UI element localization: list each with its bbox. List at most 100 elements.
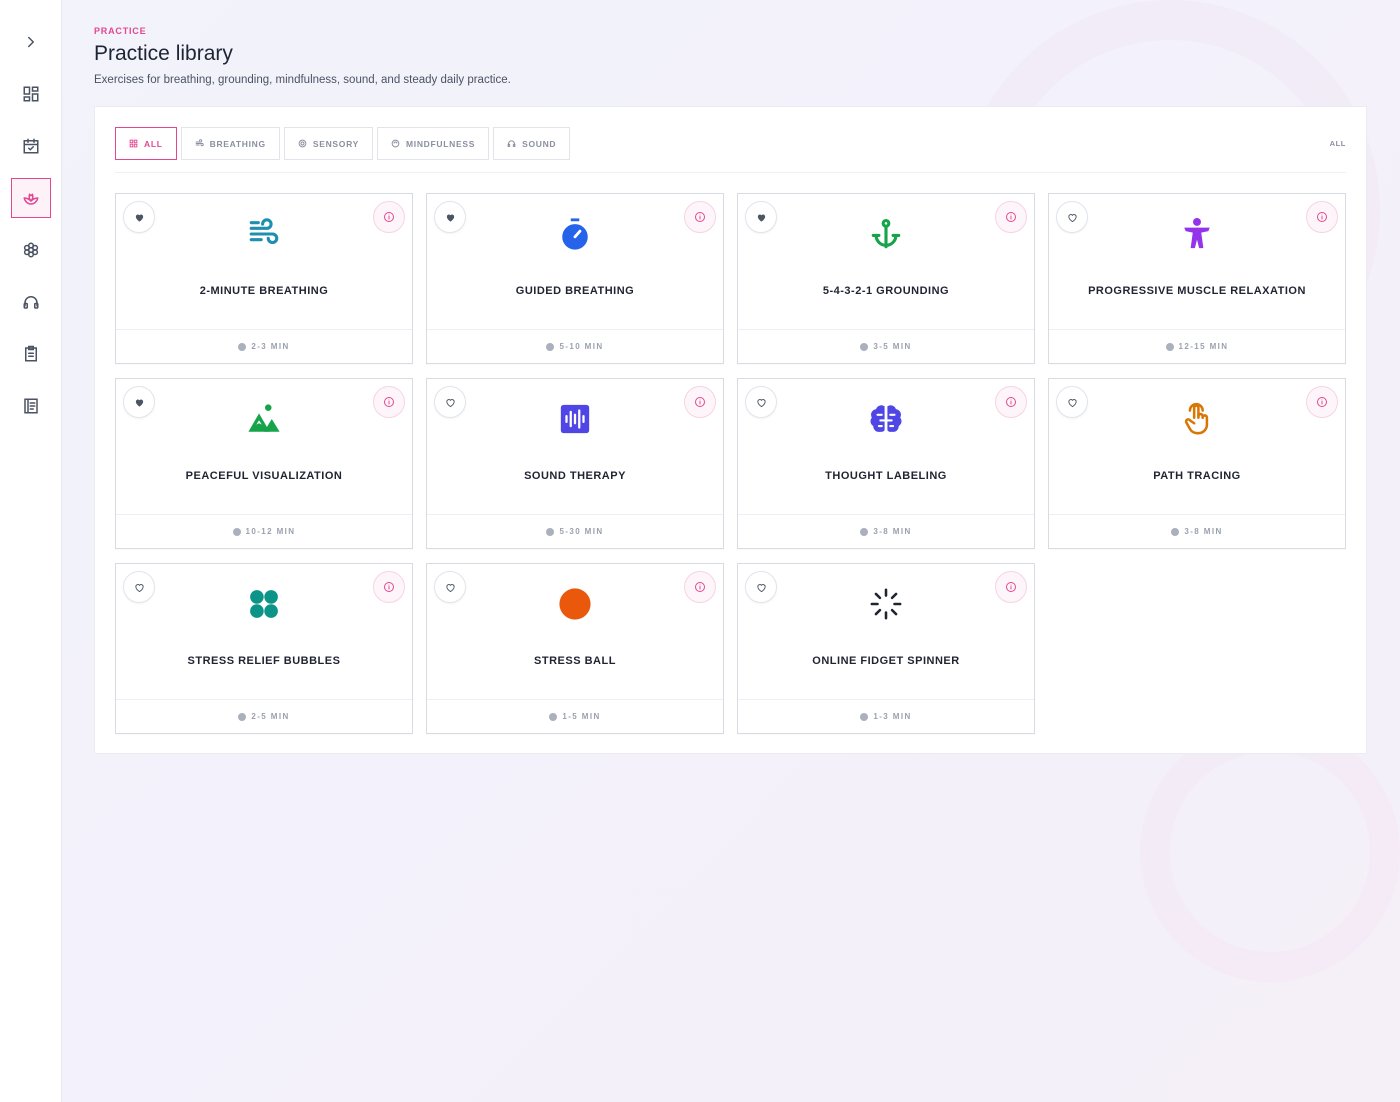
filter-dropdown[interactable]: ALL — [1330, 139, 1346, 148]
practice-panel: ALL BREATHING SENSORY MINDFULNESS SOUND … — [94, 106, 1367, 754]
sidebar-item-journal[interactable] — [11, 386, 51, 426]
card-duration: 1-5 MIN — [562, 712, 601, 721]
sensory-icon — [298, 139, 307, 148]
clipboard-icon — [24, 345, 37, 362]
sidebar-item-dashboard[interactable] — [11, 74, 51, 114]
practice-card[interactable]: THOUGHT LABELING 3-8 MIN — [737, 378, 1035, 549]
clock-icon — [232, 527, 241, 536]
chevron-right-icon — [27, 36, 34, 48]
wind-icon — [249, 218, 279, 245]
card-title: PEACEFUL VISUALIZATION — [185, 470, 343, 482]
brain-icon — [870, 405, 902, 432]
card-duration: 2-3 MIN — [251, 342, 290, 351]
journal-icon — [23, 398, 38, 414]
card-title: THOUGHT LABELING — [825, 470, 947, 482]
practice-card[interactable]: PATH TRACING 3-8 MIN — [1048, 378, 1346, 549]
page-header: PRACTICE Practice library Exercises for … — [94, 26, 511, 86]
wind-icon — [195, 139, 204, 147]
clock-icon — [546, 527, 555, 536]
flower-icon — [23, 242, 38, 258]
expand-sidebar-button[interactable] — [11, 22, 51, 62]
background-decoration — [1140, 722, 1400, 982]
card-icon — [427, 586, 723, 622]
practice-card[interactable]: PROGRESSIVE MUSCLE RELAXATION 12-15 MIN — [1048, 193, 1346, 364]
person-icon — [1184, 217, 1210, 249]
filter-chip-sound[interactable]: SOUND — [493, 127, 571, 160]
stopwatch-icon — [562, 218, 588, 250]
audio-wave-icon — [560, 404, 590, 434]
card-footer: 2-3 MIN — [116, 329, 412, 363]
clock-icon — [546, 342, 555, 351]
clock-icon — [1165, 342, 1174, 351]
hand-pointer-icon — [1184, 402, 1209, 435]
card-icon — [116, 216, 412, 252]
card-duration: 3-8 MIN — [1184, 527, 1223, 536]
sidebar-item-audio[interactable] — [11, 282, 51, 322]
sidebar-item-clipboard[interactable] — [11, 334, 51, 374]
card-icon — [738, 216, 1034, 252]
card-icon — [738, 586, 1034, 622]
card-footer: 3-8 MIN — [1049, 514, 1345, 548]
card-icon — [738, 401, 1034, 437]
card-icon — [427, 216, 723, 252]
practice-card[interactable]: ONLINE FIDGET SPINNER 1-3 MIN — [737, 563, 1035, 734]
card-title: ONLINE FIDGET SPINNER — [812, 655, 960, 667]
headphones-icon — [507, 140, 516, 147]
card-duration: 3-8 MIN — [873, 527, 912, 536]
ball-icon — [559, 588, 591, 620]
card-footer: 1-3 MIN — [738, 699, 1034, 733]
filter-chip-label: SENSORY — [312, 138, 359, 149]
clock-icon — [238, 342, 247, 351]
filter-chip-breathing[interactable]: BREATHING — [180, 127, 280, 160]
sidebar — [0, 0, 62, 1102]
card-icon — [116, 401, 412, 437]
card-footer: 12-15 MIN — [1049, 329, 1345, 363]
card-title: STRESS BALL — [534, 655, 616, 667]
clock-icon — [860, 712, 869, 721]
card-icon — [1049, 401, 1345, 437]
card-title: GUIDED BREATHING — [515, 285, 635, 297]
filter-chip-all[interactable]: ALL — [115, 127, 177, 160]
spinner-icon — [870, 588, 902, 620]
filter-chip-sensory[interactable]: SENSORY — [283, 127, 373, 160]
practice-card[interactable]: SOUND THERAPY 5-30 MIN — [426, 378, 724, 549]
card-icon — [1049, 216, 1345, 252]
card-title: SOUND THERAPY — [524, 470, 626, 482]
card-duration: 5-30 MIN — [559, 527, 604, 536]
filter-chip-label: MINDFULNESS — [405, 138, 476, 149]
card-footer: 10-12 MIN — [116, 514, 412, 548]
headphones-icon — [23, 296, 38, 309]
bubbles-icon — [250, 590, 278, 618]
card-title: PROGRESSIVE MUSCLE RELAXATION — [1088, 285, 1306, 297]
card-duration: 2-5 MIN — [251, 712, 290, 721]
card-title: PATH TRACING — [1153, 470, 1241, 482]
card-footer: 3-8 MIN — [738, 514, 1034, 548]
practice-card[interactable]: STRESS BALL 1-5 MIN — [426, 563, 724, 734]
sidebar-item-flower[interactable] — [11, 230, 51, 270]
filter-chip-label: SOUND — [522, 138, 557, 149]
filter-chip-label: BREATHING — [209, 138, 266, 149]
filter-chip-mindfulness[interactable]: MINDFULNESS — [376, 127, 490, 160]
card-icon — [427, 401, 723, 437]
practice-card[interactable]: PEACEFUL VISUALIZATION 10-12 MIN — [115, 378, 413, 549]
mindfulness-icon — [391, 139, 400, 148]
clock-icon — [549, 712, 558, 721]
clock-icon — [860, 527, 869, 536]
practice-card[interactable]: STRESS RELIEF BUBBLES 2-5 MIN — [115, 563, 413, 734]
grid-icon — [129, 139, 138, 148]
lotus-icon — [23, 193, 38, 205]
sidebar-item-practice[interactable] — [10, 178, 51, 218]
page-title: Practice library — [94, 42, 233, 65]
card-duration: 10-12 MIN — [245, 527, 296, 536]
practice-card[interactable]: 5-4-3-2-1 GROUNDING 3-5 MIN — [737, 193, 1035, 364]
clock-icon — [1171, 527, 1180, 536]
practice-card[interactable]: 2-MINUTE BREATHING 2-3 MIN — [115, 193, 413, 364]
card-footer: 1-5 MIN — [427, 699, 723, 733]
clock-icon — [860, 342, 869, 351]
sidebar-item-calendar[interactable] — [11, 126, 51, 166]
practice-grid: 2-MINUTE BREATHING 2-3 MIN GUIDED BREATH… — [115, 193, 1346, 734]
mountain-icon — [248, 404, 280, 432]
practice-card[interactable]: GUIDED BREATHING 5-10 MIN — [426, 193, 724, 364]
page-subtitle: Exercises for breathing, grounding, mind… — [94, 74, 511, 86]
card-icon — [116, 586, 412, 622]
